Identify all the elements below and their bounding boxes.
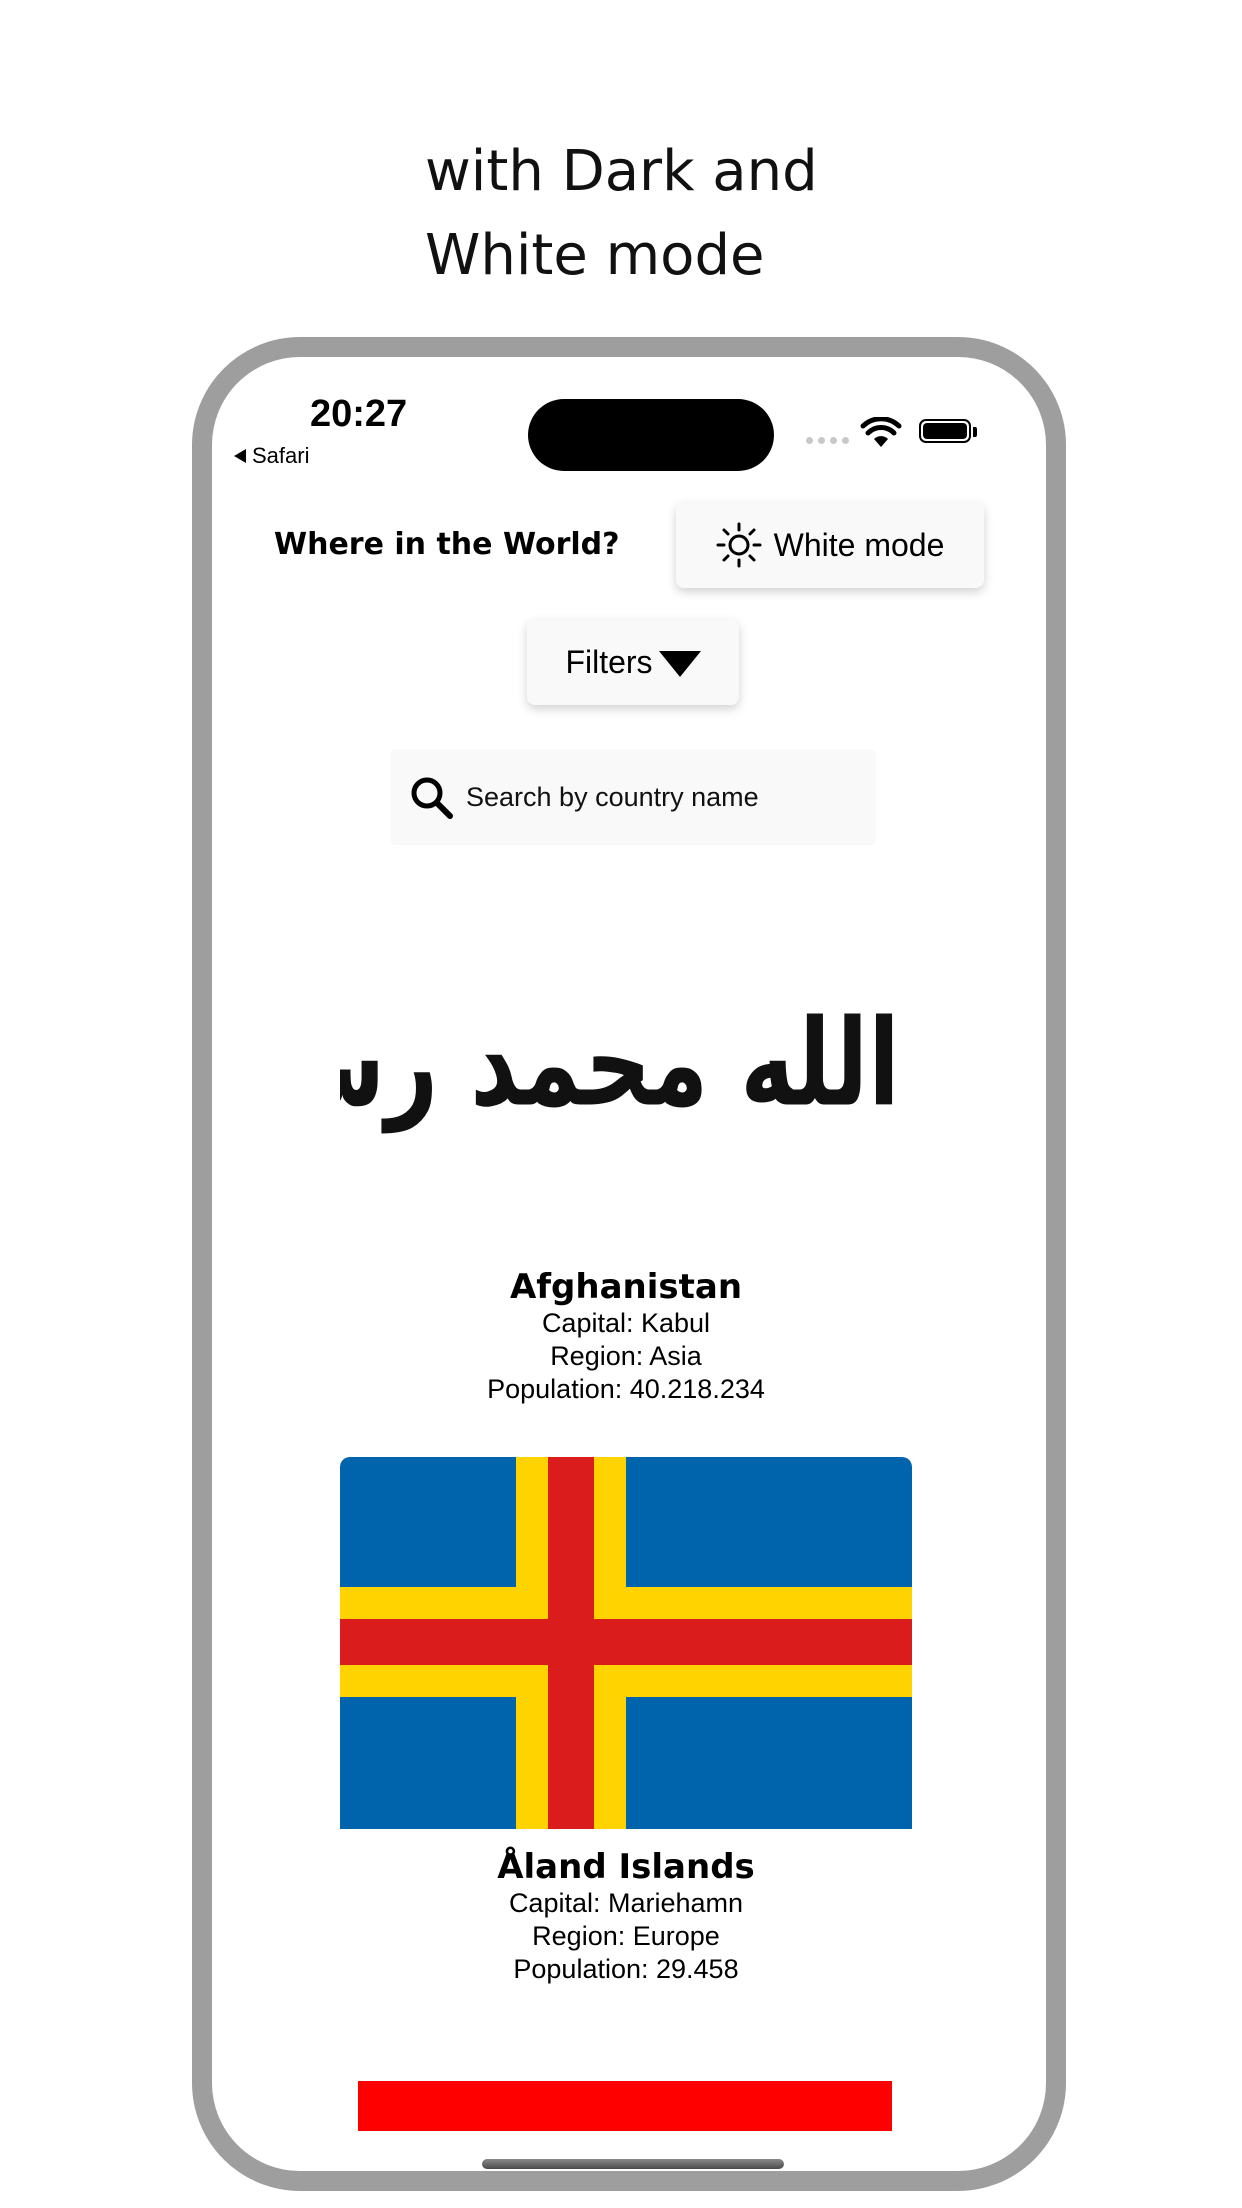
cellular-signal-icon [806,437,849,444]
caret-down-icon [658,651,701,677]
next-country-flag-partial[interactable] [358,2081,892,2131]
country-card-afghanistan[interactable]: لا إله إلا الله محمد رسول الله Afghanist… [340,877,912,1406]
flag-cross-red-horizontal [340,1619,912,1665]
country-capital: Capital: Mariehamn [508,1888,744,1918]
promo-headline: with Dark and White mode [425,130,818,298]
filters-label: Filters [565,643,653,680]
country-card-aland-islands[interactable]: Åland Islands Capital: Mariehamn Region:… [340,1457,912,1986]
country-region: Region: Asia [550,1341,702,1371]
search-icon [411,777,453,819]
country-name: Åland Islands [497,1847,755,1887]
flag-afghanistan-calligraphy: لا إله إلا الله محمد رسول الله [340,993,912,1133]
back-to-safari-label: Safari [252,443,310,468]
phone-frame: 20:27 Safari Where in the World? White m… [192,337,1066,2191]
flag-aland-islands [340,1457,912,1829]
promo-headline-line-1: with Dark and [425,139,818,204]
status-time: 20:27 [310,393,408,435]
country-region: Region: Europe [532,1921,720,1951]
theme-toggle-label: White mode [773,526,945,563]
promo-headline-line-2: White mode [425,223,765,288]
flag-afghanistan: لا إله إلا الله محمد رسول الله [340,877,912,1249]
dynamic-island [528,399,774,471]
back-arrow-icon [234,449,246,463]
wifi-icon [860,417,902,447]
phone-screen: 20:27 Safari Where in the World? White m… [212,357,1046,2171]
filters-button[interactable]: Filters [527,619,739,705]
theme-toggle-button[interactable]: White mode [676,502,984,588]
country-population: Population: 40.218.234 [487,1374,765,1404]
country-population: Population: 29.458 [513,1954,739,1984]
home-indicator[interactable] [482,2159,784,2169]
country-name: Afghanistan [509,1267,743,1307]
search-bar[interactable] [390,749,876,845]
battery-icon [919,419,971,443]
search-input[interactable] [464,780,858,814]
country-capital: Capital: Kabul [541,1308,711,1338]
back-to-safari-link[interactable]: Safari [234,443,309,469]
app-title: Where in the World? [274,527,620,562]
battery-tip [973,427,977,437]
sun-icon [716,522,762,568]
